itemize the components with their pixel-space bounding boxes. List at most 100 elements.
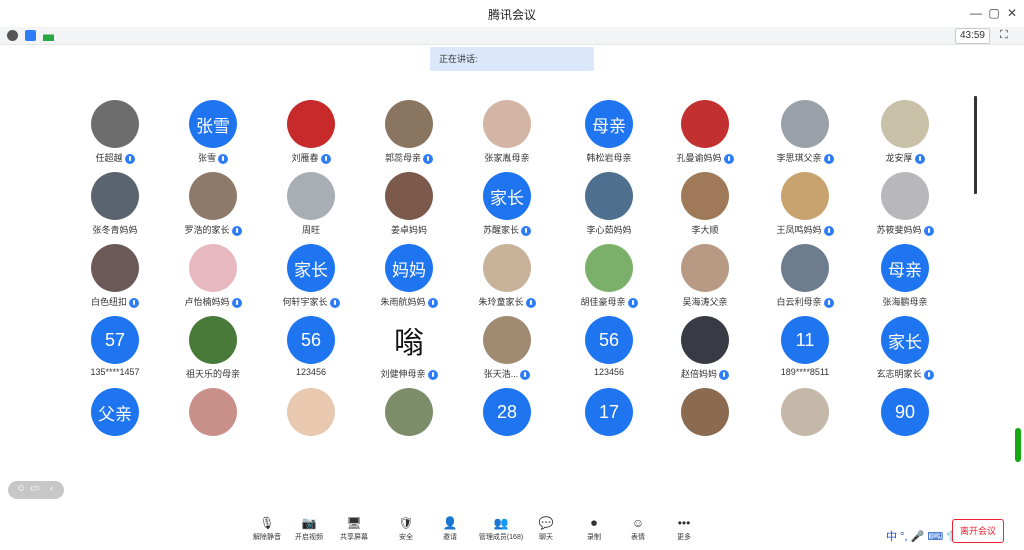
toolbar-label: 更多: [677, 534, 691, 541]
toolbar-button[interactable]: 👤 邀请: [436, 516, 464, 542]
participant-tile[interactable]: 胡佳豪母亲: [560, 244, 658, 314]
participant-tile[interactable]: 妈妈 朱雨航妈妈: [360, 244, 458, 314]
grid-scrollbar[interactable]: [974, 96, 977, 194]
emoji-icon: ☺: [16, 483, 27, 494]
participant-tile[interactable]: 罗浩的家长: [164, 172, 262, 242]
toolbar-button[interactable]: 🖥 共享屏幕: [340, 516, 368, 542]
toolbar-button[interactable]: ⏺ 录制: [580, 516, 608, 542]
toolbar-icon: 🖥: [346, 516, 362, 530]
participant-tile[interactable]: 56 123456: [262, 316, 360, 386]
participant-name: 韩松岩母亲: [560, 151, 658, 164]
participant-tile[interactable]: 90: [856, 388, 954, 458]
participant-tile[interactable]: 家长 玄志明家长: [856, 316, 954, 386]
participant-tile[interactable]: 任超越: [66, 100, 164, 170]
participant-tile[interactable]: 周旺: [262, 172, 360, 242]
participant-tile[interactable]: 卢怡楠妈妈: [164, 244, 262, 314]
participant-tile[interactable]: 57 135****1457: [66, 316, 164, 386]
avatar: [287, 388, 335, 436]
participant-tile[interactable]: 家长 苏醒家长: [458, 172, 556, 242]
participant-tile[interactable]: 17: [560, 388, 658, 458]
toolbar-icon: ☺: [631, 516, 645, 530]
participant-tile[interactable]: 家长 何轩宇家长: [262, 244, 360, 314]
participant-tile[interactable]: 李大顺: [656, 172, 754, 242]
participant-name-label: 卢怡楠妈妈: [184, 297, 230, 307]
participant-tile[interactable]: 白色纽扣: [66, 244, 164, 314]
avatar: 父亲: [91, 388, 139, 436]
toolbar-button[interactable]: 🛡 安全: [392, 516, 420, 542]
participant-name-label: 张冬青妈妈: [92, 225, 138, 235]
toolbar-button[interactable]: ••• 更多: [670, 516, 698, 542]
participant-grid: 任超越 张雪 张雪 刘雁春 郭蕊母亲 张家胤母亲 母亲 韩松岩母亲 孔曼谕妈妈 李思琪父亲 龙安厚张…: [0, 0, 1024, 500]
chat-icon: ▭: [30, 483, 40, 494]
participant-tile[interactable]: 朱玲童家长: [458, 244, 556, 314]
participant-tile[interactable]: 李思琪父亲: [756, 100, 854, 170]
participant-tile[interactable]: 刘雁春: [262, 100, 360, 170]
participant-name: 孔曼谕妈妈: [656, 151, 754, 164]
avatar: [287, 172, 335, 220]
toolbar-label: 聊天: [539, 534, 553, 541]
toolbar-button[interactable]: 📷 开启视频: [295, 516, 323, 542]
toolbar-icon: 🎙: [259, 516, 275, 530]
avatar: [483, 100, 531, 148]
participant-name: 任超越: [66, 151, 164, 164]
participant-tile[interactable]: 王凤鸣妈妈: [756, 172, 854, 242]
collapse-toolbar[interactable]: ☺ ▭ ‹: [8, 481, 64, 499]
participant-name: 龙安厚: [856, 151, 954, 164]
participant-tile[interactable]: 11 189****8511: [756, 316, 854, 386]
toolbar-button[interactable]: 🎙 解除静音: [253, 516, 281, 542]
participant-tile[interactable]: 龙安厚: [856, 100, 954, 170]
avatar: [385, 100, 433, 148]
leave-meeting-button[interactable]: 离开会议: [952, 519, 1004, 543]
avatar: 家长: [287, 244, 335, 292]
avatar: 嗡: [385, 316, 433, 364]
participant-name: 135****1457: [66, 367, 164, 377]
participant-name: 刘雁春: [262, 151, 360, 164]
participant-name: 周旺: [262, 223, 360, 236]
participant-tile[interactable]: [360, 388, 458, 458]
participant-name-label: 苏醒家长: [482, 225, 519, 235]
participant-tile[interactable]: 张冬青妈妈: [66, 172, 164, 242]
participant-tile[interactable]: 28: [458, 388, 556, 458]
participant-tile[interactable]: [262, 388, 360, 458]
participant-tile[interactable]: 母亲 韩松岩母亲: [560, 100, 658, 170]
participant-tile[interactable]: 张天浩...: [458, 316, 556, 386]
participant-name: 李思琪父亲: [756, 151, 854, 164]
toolbar-button[interactable]: ☺ 表情: [624, 516, 652, 542]
participant-name: 张天浩...: [458, 367, 556, 380]
participant-tile[interactable]: 赵倍妈妈: [656, 316, 754, 386]
participant-tile[interactable]: 母亲 张海鹏母亲: [856, 244, 954, 314]
participant-tile[interactable]: 嗡刘健伸母亲: [360, 316, 458, 386]
participant-name: 祖天乐的母亲: [164, 367, 262, 380]
mic-muted-icon: [719, 369, 729, 380]
participant-tile[interactable]: [756, 388, 854, 458]
mic-muted-icon: [521, 225, 531, 236]
participant-name-label: 韩松岩母亲: [586, 153, 632, 163]
participant-tile[interactable]: 郭蕊母亲: [360, 100, 458, 170]
participant-tile[interactable]: 祖天乐的母亲: [164, 316, 262, 386]
participant-name-label: 189****8511: [780, 367, 830, 377]
participant-name: 胡佳豪母亲: [560, 295, 658, 308]
participant-tile[interactable]: 张家胤母亲: [458, 100, 556, 170]
participant-tile[interactable]: [164, 388, 262, 458]
toolbar-icon: 🛡: [398, 516, 414, 530]
side-handle[interactable]: [1015, 428, 1021, 462]
avatar: [189, 172, 237, 220]
participant-tile[interactable]: 姜卓妈妈: [360, 172, 458, 242]
mic-muted-icon: [231, 225, 242, 236]
participant-tile[interactable]: 父亲: [66, 388, 164, 458]
participant-tile[interactable]: 苏筱斐妈妈: [856, 172, 954, 242]
participant-tile[interactable]: 吴海涛父亲: [656, 244, 754, 314]
toolbar-button[interactable]: 👥 管理成员(168): [474, 516, 528, 542]
participant-tile[interactable]: 56 123456: [560, 316, 658, 386]
participant-tile[interactable]: 白云利母亲: [756, 244, 854, 314]
participant-tile[interactable]: 张雪 张雪: [164, 100, 262, 170]
participant-tile[interactable]: 孔曼谕妈妈: [656, 100, 754, 170]
participant-name-label: 郭蕊母亲: [384, 153, 421, 163]
participant-name-label: 李大顺: [691, 225, 719, 235]
participant-tile[interactable]: [656, 388, 754, 458]
toolbar-button[interactable]: 💬 聊天: [532, 516, 560, 542]
participant-tile[interactable]: 李心茹妈妈: [560, 172, 658, 242]
participant-name: 张雪: [164, 151, 262, 164]
avatar: [189, 388, 237, 436]
participant-name-label: 王凤鸣妈妈: [776, 225, 822, 235]
